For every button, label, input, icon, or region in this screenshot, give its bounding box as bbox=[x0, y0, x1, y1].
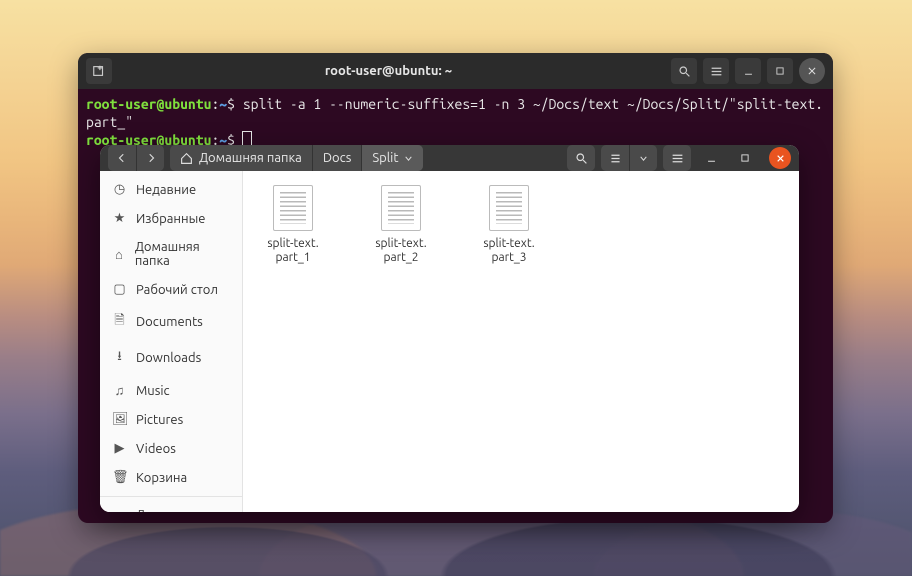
minimize-icon bbox=[706, 153, 717, 164]
nav-forward-button[interactable] bbox=[136, 145, 164, 171]
chevron-down-icon bbox=[404, 154, 413, 163]
nav-back-forward bbox=[108, 145, 164, 171]
files-content[interactable]: split-text.part_1 split-text.part_2 spli… bbox=[243, 171, 799, 512]
list-view-button[interactable] bbox=[601, 145, 629, 171]
sidebar-item-label: Избранные bbox=[136, 212, 205, 226]
home-icon bbox=[180, 152, 193, 165]
terminal-menu-button[interactable] bbox=[703, 58, 729, 84]
sidebar-item-label: Другие места bbox=[136, 508, 217, 512]
terminal-search-button[interactable] bbox=[671, 58, 697, 84]
files-body: ◷ Недавние ★ Избранные ⌂ Домашняя папка ▢ Ра… bbox=[100, 171, 799, 512]
search-icon bbox=[575, 152, 588, 165]
chevron-right-icon bbox=[146, 153, 156, 163]
files-minimize-button[interactable] bbox=[697, 145, 725, 171]
terminal-maximize-button[interactable] bbox=[767, 58, 793, 84]
sidebar-item-pictures[interactable]: 🖼 Pictures bbox=[100, 405, 242, 434]
view-mode-group bbox=[601, 145, 657, 171]
files-window: Домашняя папка Docs Split bbox=[100, 145, 799, 512]
prompt-dollar: $ bbox=[227, 96, 235, 112]
sidebar-item-label: Documents bbox=[136, 315, 203, 329]
terminal-title: root-user@ubuntu: ~ bbox=[112, 64, 665, 78]
files-close-button[interactable] bbox=[769, 147, 791, 169]
music-icon: ♫ bbox=[112, 383, 127, 398]
close-icon bbox=[776, 154, 785, 163]
clock-icon: ◷ bbox=[112, 182, 127, 197]
chevron-down-icon bbox=[639, 154, 648, 163]
sidebar-item-label: Music bbox=[136, 384, 170, 398]
files-headerbar: Домашняя папка Docs Split bbox=[100, 145, 799, 171]
star-icon: ★ bbox=[112, 211, 127, 226]
files-menu-button[interactable] bbox=[663, 145, 691, 171]
terminal-close-button[interactable] bbox=[799, 58, 825, 84]
text-file-icon bbox=[273, 185, 313, 231]
breadcrumb-seg-docs[interactable]: Docs bbox=[312, 145, 361, 171]
sidebar-item-label: Рабочий стол bbox=[136, 283, 218, 297]
sidebar-item-label: Недавние bbox=[136, 183, 196, 197]
nav-back-button[interactable] bbox=[108, 145, 136, 171]
desktop-icon: ▢ bbox=[112, 282, 127, 297]
file-item[interactable]: split-text.part_3 bbox=[469, 185, 549, 265]
document-icon: 🗎 bbox=[112, 311, 127, 333]
files-search-button[interactable] bbox=[567, 145, 595, 171]
terminal-titlebar: root-user@ubuntu: ~ bbox=[78, 53, 833, 89]
breadcrumb-seg-label: Split bbox=[372, 151, 398, 165]
sidebar-item-videos[interactable]: ▶ Videos bbox=[100, 434, 242, 463]
file-label: split-text.part_3 bbox=[469, 237, 549, 265]
maximize-icon bbox=[775, 66, 785, 76]
breadcrumb-home[interactable]: Домашняя папка bbox=[170, 145, 312, 171]
sidebar-item-label: Downloads bbox=[136, 351, 201, 365]
sidebar-item-label: Pictures bbox=[136, 413, 183, 427]
sidebar-separator bbox=[100, 496, 242, 497]
sidebar-item-label: Домашняя папка bbox=[135, 240, 230, 268]
file-item[interactable]: split-text.part_2 bbox=[361, 185, 441, 265]
home-icon: ⌂ bbox=[112, 247, 126, 262]
breadcrumb-seg-split[interactable]: Split bbox=[361, 145, 423, 171]
hamburger-icon bbox=[710, 65, 723, 78]
sidebar-item-label: Videos bbox=[136, 442, 176, 456]
picture-icon: 🖼 bbox=[112, 412, 127, 427]
view-options-button[interactable] bbox=[629, 145, 657, 171]
minimize-icon bbox=[743, 66, 754, 77]
chevron-left-icon bbox=[117, 153, 127, 163]
file-item[interactable]: split-text.part_1 bbox=[253, 185, 333, 265]
terminal-new-tab-button[interactable] bbox=[86, 58, 112, 84]
files-sidebar: ◷ Недавние ★ Избранные ⌂ Домашняя папка ▢ Ра… bbox=[100, 171, 243, 512]
prompt-path: ~ bbox=[219, 96, 227, 112]
sidebar-item-desktop[interactable]: ▢ Рабочий стол bbox=[100, 275, 242, 304]
list-icon bbox=[609, 152, 622, 165]
sidebar-item-trash[interactable]: 🗑 Корзина bbox=[100, 463, 242, 492]
sidebar-item-music[interactable]: ♫ Music bbox=[100, 376, 242, 405]
video-icon: ▶ bbox=[112, 441, 127, 456]
trash-icon: 🗑 bbox=[112, 470, 127, 485]
new-tab-icon bbox=[92, 64, 106, 78]
file-label: split-text.part_2 bbox=[361, 237, 441, 265]
sidebar-item-recent[interactable]: ◷ Недавние bbox=[100, 175, 242, 204]
sidebar-item-documents[interactable]: 🗎 Documents bbox=[100, 304, 242, 340]
breadcrumb: Домашняя папка Docs Split bbox=[170, 145, 423, 171]
breadcrumb-seg-label: Docs bbox=[323, 151, 351, 165]
maximize-icon bbox=[740, 153, 750, 163]
file-label: split-text.part_1 bbox=[253, 237, 333, 265]
download-icon: ⭳ bbox=[112, 347, 127, 369]
terminal-minimize-button[interactable] bbox=[735, 58, 761, 84]
text-file-icon bbox=[381, 185, 421, 231]
hamburger-icon bbox=[671, 152, 684, 165]
files-maximize-button[interactable] bbox=[731, 145, 759, 171]
close-icon bbox=[807, 66, 817, 76]
sidebar-item-home[interactable]: ⌂ Домашняя папка bbox=[100, 233, 242, 275]
text-file-icon bbox=[489, 185, 529, 231]
sidebar-item-label: Корзина bbox=[136, 471, 187, 485]
search-icon bbox=[678, 65, 691, 78]
prompt-user: root-user@ubuntu bbox=[86, 96, 211, 112]
sidebar-item-other-places[interactable]: + Другие места bbox=[100, 501, 242, 512]
sidebar-item-downloads[interactable]: ⭳ Downloads bbox=[100, 340, 242, 376]
breadcrumb-home-label: Домашняя папка bbox=[199, 151, 302, 165]
plus-icon: + bbox=[112, 508, 127, 512]
sidebar-item-favorites[interactable]: ★ Избранные bbox=[100, 204, 242, 233]
